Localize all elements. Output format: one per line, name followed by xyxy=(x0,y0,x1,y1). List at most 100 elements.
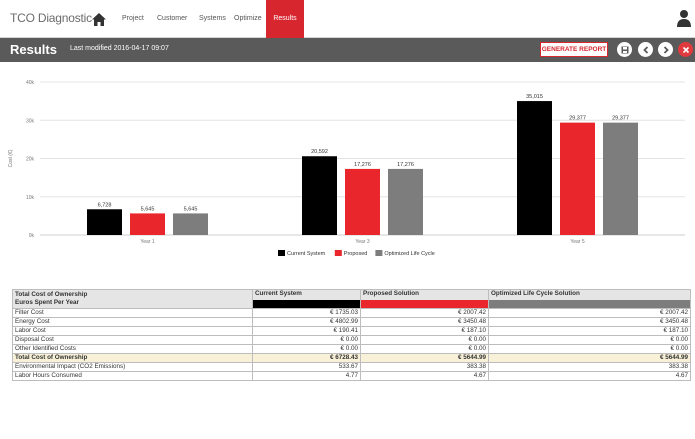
legend-swatch xyxy=(334,250,342,256)
bar-current-system xyxy=(302,156,337,235)
legend-swatch xyxy=(278,250,285,256)
row-label: Other Identified Costs xyxy=(12,344,253,354)
table-row: Filter Cost € 1735.03 € 2007.42 € 2007.4… xyxy=(12,308,691,318)
cell-value: 4.67 xyxy=(360,371,489,381)
cell-value: € 5644.99 xyxy=(488,353,691,363)
last-modified: Last modified 2016-04-17 09:07 xyxy=(70,45,169,52)
cell-value: € 4802.99 xyxy=(252,317,361,327)
home-icon xyxy=(92,12,106,26)
cell-value: € 187.10 xyxy=(488,326,691,336)
bar-value-label: 17,276 xyxy=(397,162,414,168)
table-row: Labor Cost € 190.41 € 187.10 € 187.10 xyxy=(12,326,691,336)
nav-optimize[interactable]: Optimize xyxy=(234,0,262,38)
cell-value: € 190.41 xyxy=(252,326,361,336)
cell-value: € 0.00 xyxy=(360,335,489,345)
cost-chart: 0k 10k 20k 30k 40k Cost (€) 6,728 5,645 5,645 Yea… xyxy=(0,70,695,270)
top-nav: TCO Diagnostic Project Customer Systems … xyxy=(0,0,695,38)
row-label: Disposal Cost xyxy=(12,335,253,345)
y-tick-label: 0k xyxy=(29,233,35,239)
column-current: Current System xyxy=(252,289,361,309)
cell-value: 383.38 xyxy=(488,362,691,372)
bar-value-label: 6,728 xyxy=(98,202,112,208)
next-button[interactable] xyxy=(658,42,673,57)
proposed-color-bar xyxy=(361,300,488,308)
bar-value-label: 35,015 xyxy=(526,94,543,100)
results-header: Results Last modified 2016-04-17 09:07 G… xyxy=(0,38,695,62)
cell-value: 383.38 xyxy=(360,362,489,372)
bar-value-label: 5,645 xyxy=(184,206,198,212)
column-optimized: Optimized Life Cycle Solution xyxy=(488,289,691,309)
row-label: Labor Hours Consumed xyxy=(12,371,253,381)
legend-label: Current System xyxy=(287,251,326,257)
x-tick-label: Year 3 xyxy=(355,239,369,245)
legend-label: Proposed xyxy=(344,251,368,257)
bar-value-label: 17,276 xyxy=(354,162,371,168)
save-button[interactable] xyxy=(617,42,632,57)
row-label: Environmental Impact (CO2 Emissions) xyxy=(12,362,253,372)
nav-results[interactable]: Results xyxy=(266,0,304,38)
cell-value: € 6728.43 xyxy=(252,353,361,363)
column-optimized-label: Optimized Life Cycle Solution xyxy=(491,290,580,297)
previous-button[interactable] xyxy=(638,42,653,57)
y-axis-label: Cost (€) xyxy=(8,149,14,167)
total-row: Total Cost of Ownership € 6728.43 € 5644… xyxy=(12,353,691,363)
row-label: Filter Cost xyxy=(12,308,253,318)
generate-report-button[interactable]: GENERATE REPORT xyxy=(540,42,608,57)
legend-label: Optimized Life Cycle xyxy=(384,251,434,257)
app-title: TCO Diagnostic xyxy=(10,11,92,25)
optimized-color-bar xyxy=(489,300,690,308)
table-header-title: Total Cost of Ownership Euros Spent Per … xyxy=(12,289,253,309)
bar-current-system xyxy=(517,101,552,235)
bar-value-label: 29,377 xyxy=(569,116,586,122)
cell-value: € 2007.42 xyxy=(360,308,489,318)
chevron-right-icon xyxy=(663,45,669,54)
bar-value-label: 20,592 xyxy=(311,149,328,155)
bar-proposed xyxy=(130,213,165,235)
cell-value: € 0.00 xyxy=(488,344,691,354)
legend-swatch xyxy=(375,250,383,256)
table-header-line1: Total Cost of Ownership xyxy=(15,291,88,298)
bar-value-label: 29,377 xyxy=(612,116,629,122)
cell-value: € 0.00 xyxy=(360,344,489,354)
row-label: Labor Cost xyxy=(12,326,253,336)
x-tick-label: Year 5 xyxy=(570,239,584,245)
nav-customer[interactable]: Customer xyxy=(157,0,187,38)
bar-optimized-life-cycle xyxy=(173,213,208,235)
bar-optimized-life-cycle xyxy=(603,122,638,235)
table-row: Environmental Impact (CO2 Emissions) 533… xyxy=(12,362,691,372)
cell-value: 4.77 xyxy=(252,371,361,381)
tco-table: Total Cost of Ownership Euros Spent Per … xyxy=(12,289,691,381)
cell-value: € 187.10 xyxy=(360,326,489,336)
nav-systems[interactable]: Systems xyxy=(199,0,226,38)
page-title: Results xyxy=(10,42,57,57)
table-row: Energy Cost € 4802.99 € 3450.48 € 3450.4… xyxy=(12,317,691,327)
y-tick-label: 10k xyxy=(26,195,35,201)
bar-chart: 0k 10k 20k 30k 40k Cost (€) 6,728 5,645 5,645 Yea… xyxy=(8,80,685,257)
nav-project[interactable]: Project xyxy=(122,0,144,38)
row-label: Energy Cost xyxy=(12,317,253,327)
table-header-line2: Euros Spent Per Year xyxy=(15,299,79,306)
cell-value: € 3450.48 xyxy=(360,317,489,327)
cell-value: € 5644.99 xyxy=(360,353,489,363)
x-tick-label: Year 1 xyxy=(140,239,154,245)
close-button[interactable] xyxy=(678,42,693,57)
y-tick-label: 30k xyxy=(26,118,35,124)
column-proposed: Proposed Solution xyxy=(360,289,489,309)
cell-value: € 0.00 xyxy=(252,344,361,354)
cell-value: 4.67 xyxy=(488,371,691,381)
bar-current-system xyxy=(87,209,122,235)
chevron-left-icon xyxy=(642,45,648,54)
column-proposed-label: Proposed Solution xyxy=(363,290,419,297)
row-label: Total Cost of Ownership xyxy=(12,353,253,363)
y-tick-label: 40k xyxy=(26,80,35,86)
bar-value-label: 5,645 xyxy=(141,206,155,212)
close-icon xyxy=(682,46,689,53)
cell-value: € 2007.42 xyxy=(488,308,691,318)
save-icon xyxy=(621,46,628,53)
cell-value: € 1735.03 xyxy=(252,308,361,318)
current-color-bar xyxy=(253,300,360,308)
bar-proposed xyxy=(560,122,595,235)
bar-optimized-life-cycle xyxy=(388,168,423,235)
home-button[interactable] xyxy=(84,0,114,38)
user-icon[interactable] xyxy=(677,9,691,27)
